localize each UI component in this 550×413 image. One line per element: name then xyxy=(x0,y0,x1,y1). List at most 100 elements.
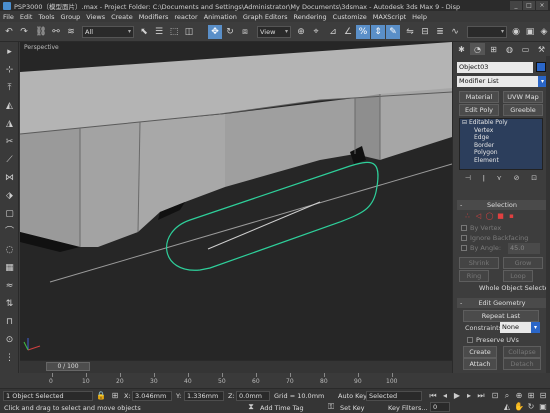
show-end-result-icon[interactable]: ǀ xyxy=(483,174,485,184)
flip-icon[interactable]: ⇅ xyxy=(3,298,16,311)
next-frame-icon[interactable]: ▸ xyxy=(464,391,474,401)
vertex-mode-icon[interactable]: ∴ xyxy=(463,212,472,221)
menu-edit[interactable]: Edit xyxy=(20,13,33,21)
cut-icon[interactable]: ✂ xyxy=(3,136,16,149)
modifier-stack[interactable]: ⊟ Editable Poly Vertex Edge Border Polyg… xyxy=(459,118,543,170)
quick-render-icon[interactable]: ◈ xyxy=(537,25,550,39)
make-unique-icon[interactable]: ⋎ xyxy=(497,174,502,184)
time-slider-track[interactable]: 0 / 100 xyxy=(20,360,452,373)
select-and-rotate-icon[interactable]: ↻ xyxy=(223,25,237,39)
greeble-button[interactable]: Greeble xyxy=(503,104,543,116)
menu-create[interactable]: Create xyxy=(111,13,133,21)
mirror-icon[interactable]: ⇋ xyxy=(403,25,417,39)
percent-snap-icon[interactable]: % xyxy=(356,25,370,39)
minimize-button[interactable]: _ xyxy=(510,1,522,10)
detach-button[interactable]: Detach xyxy=(503,358,541,370)
y-coordinate[interactable]: 1.336mm xyxy=(184,391,224,401)
selection-rollout-header[interactable]: - Selection xyxy=(457,200,547,210)
key-mode-dropdown[interactable]: Selected xyxy=(366,391,422,401)
bevel-icon[interactable]: ◭ xyxy=(3,100,16,113)
stack-item-editable-poly[interactable]: ⊟ Editable Poly xyxy=(460,119,542,127)
by-angle-spinner[interactable]: 45.0 xyxy=(508,243,540,254)
viewport-label[interactable]: Perspective xyxy=(24,44,59,51)
pan-icon[interactable]: ✋ xyxy=(514,402,524,412)
menu-rendering[interactable]: Rendering xyxy=(293,13,326,21)
by-angle-checkbox[interactable] xyxy=(461,245,467,251)
material-button[interactable]: Material xyxy=(459,91,499,103)
remove-modifier-icon[interactable]: ⊘ xyxy=(514,174,520,184)
slice-icon[interactable]: ⟋ xyxy=(3,154,16,167)
select-object-icon[interactable]: ⬉ xyxy=(137,25,151,39)
previous-frame-icon[interactable]: ◂ xyxy=(440,391,450,401)
stack-item-vertex[interactable]: Vertex xyxy=(460,127,542,135)
named-selection-sets-dropdown[interactable] xyxy=(467,26,507,38)
edit-named-selection-icon[interactable]: ✎ xyxy=(386,25,400,39)
set-key-icon[interactable]: ⚿ xyxy=(326,402,336,412)
zoom-icon[interactable]: ⌕ xyxy=(502,391,512,401)
command-panel-scrollbar[interactable] xyxy=(546,56,550,373)
menu-file[interactable]: File xyxy=(3,13,14,21)
time-configuration-icon[interactable]: ⊡ xyxy=(490,391,500,401)
relax-icon[interactable]: ≈ xyxy=(3,280,16,293)
maximize-viewport-icon[interactable]: ▣ xyxy=(538,402,548,412)
menu-customize[interactable]: Customize xyxy=(333,13,367,21)
by-vertex-checkbox[interactable] xyxy=(461,225,467,231)
menu-reactor[interactable]: reactor xyxy=(174,13,197,21)
unlink-icon[interactable]: ⚯ xyxy=(49,25,63,39)
chamfer-icon[interactable]: ◮ xyxy=(3,118,16,131)
menu-modifiers[interactable]: Modifiers xyxy=(139,13,169,21)
layer-manager-icon[interactable]: ≣ xyxy=(433,25,447,39)
play-icon[interactable]: ▶ xyxy=(452,391,462,401)
z-coordinate[interactable]: 0.0mm xyxy=(236,391,270,401)
extrude-icon[interactable]: ⤒ xyxy=(3,82,16,95)
spinner-snap-icon[interactable]: ⇕ xyxy=(371,25,385,39)
menu-graph-editors[interactable]: Graph Editors xyxy=(243,13,288,21)
bind-space-warp-icon[interactable]: ≋ xyxy=(64,25,78,39)
select-and-scale-icon[interactable]: ⧈ xyxy=(238,25,252,39)
repeat-last-button[interactable]: Repeat Last xyxy=(463,310,539,322)
zoom-extents-all-icon[interactable]: ⊟ xyxy=(538,391,548,401)
select-and-move-icon[interactable]: ✥ xyxy=(208,25,222,39)
weld-icon[interactable]: ⊹ xyxy=(3,64,16,77)
angle-snap-icon[interactable]: ∠ xyxy=(341,25,355,39)
menu-views[interactable]: Views xyxy=(86,13,105,21)
modify-tab-icon[interactable]: ◔ xyxy=(470,43,485,55)
polygon-mode-icon[interactable]: ■ xyxy=(496,212,505,221)
ring-button[interactable]: Ring xyxy=(459,270,489,282)
collapse-button[interactable]: Collapse xyxy=(503,346,541,358)
window-crossing-icon[interactable]: ◫ xyxy=(182,25,196,39)
outline-icon[interactable]: ▢ xyxy=(3,208,16,221)
undo-icon[interactable]: ↶ xyxy=(2,25,16,39)
go-to-end-icon[interactable]: ⏭ xyxy=(476,391,486,401)
select-manipulate-icon[interactable]: ⌖ xyxy=(309,25,323,39)
edit-poly-button[interactable]: Edit Poly xyxy=(459,104,499,116)
element-mode-icon[interactable]: ▪ xyxy=(507,212,516,221)
material-editor-icon[interactable]: ◉ xyxy=(509,25,523,39)
display-tab-icon[interactable]: ▭ xyxy=(518,43,533,55)
field-of-view-icon[interactable]: ◭ xyxy=(502,402,512,412)
configure-sets-icon[interactable]: ⊡ xyxy=(531,174,537,184)
constraints-dropdown[interactable]: None xyxy=(500,322,540,333)
connect-icon[interactable]: ⋈ xyxy=(3,172,16,185)
align-icon[interactable]: ⊟ xyxy=(418,25,432,39)
pivot-center-icon[interactable]: ⊕ xyxy=(294,25,308,39)
link-icon[interactable]: ⛓ xyxy=(34,25,48,39)
go-to-start-icon[interactable]: ⏮ xyxy=(428,391,438,401)
object-name-field[interactable]: Object03 xyxy=(457,62,533,73)
menu-tools[interactable]: Tools xyxy=(38,13,54,21)
stack-item-edge[interactable]: Edge xyxy=(460,134,542,142)
add-time-tag[interactable]: Add Time Tag xyxy=(260,404,304,412)
tessellate-icon[interactable]: ▦ xyxy=(3,262,16,275)
rectangular-selection-icon[interactable]: ⬚ xyxy=(167,25,181,39)
zoom-extents-icon[interactable]: ⊞ xyxy=(526,391,536,401)
time-tag-icon[interactable]: ⧗ xyxy=(246,402,256,412)
inset-icon[interactable]: ⬗ xyxy=(3,190,16,203)
ignore-backfacing-checkbox[interactable] xyxy=(461,235,467,241)
attach-button[interactable]: Attach xyxy=(463,358,497,370)
x-coordinate[interactable]: 3.046mm xyxy=(132,391,172,401)
close-button[interactable]: × xyxy=(536,1,548,10)
more-tools-icon[interactable]: ⋮ xyxy=(3,352,16,365)
menu-group[interactable]: Group xyxy=(61,13,81,21)
border-mode-icon[interactable]: ◯ xyxy=(485,212,494,221)
stack-item-border[interactable]: Border xyxy=(460,142,542,150)
